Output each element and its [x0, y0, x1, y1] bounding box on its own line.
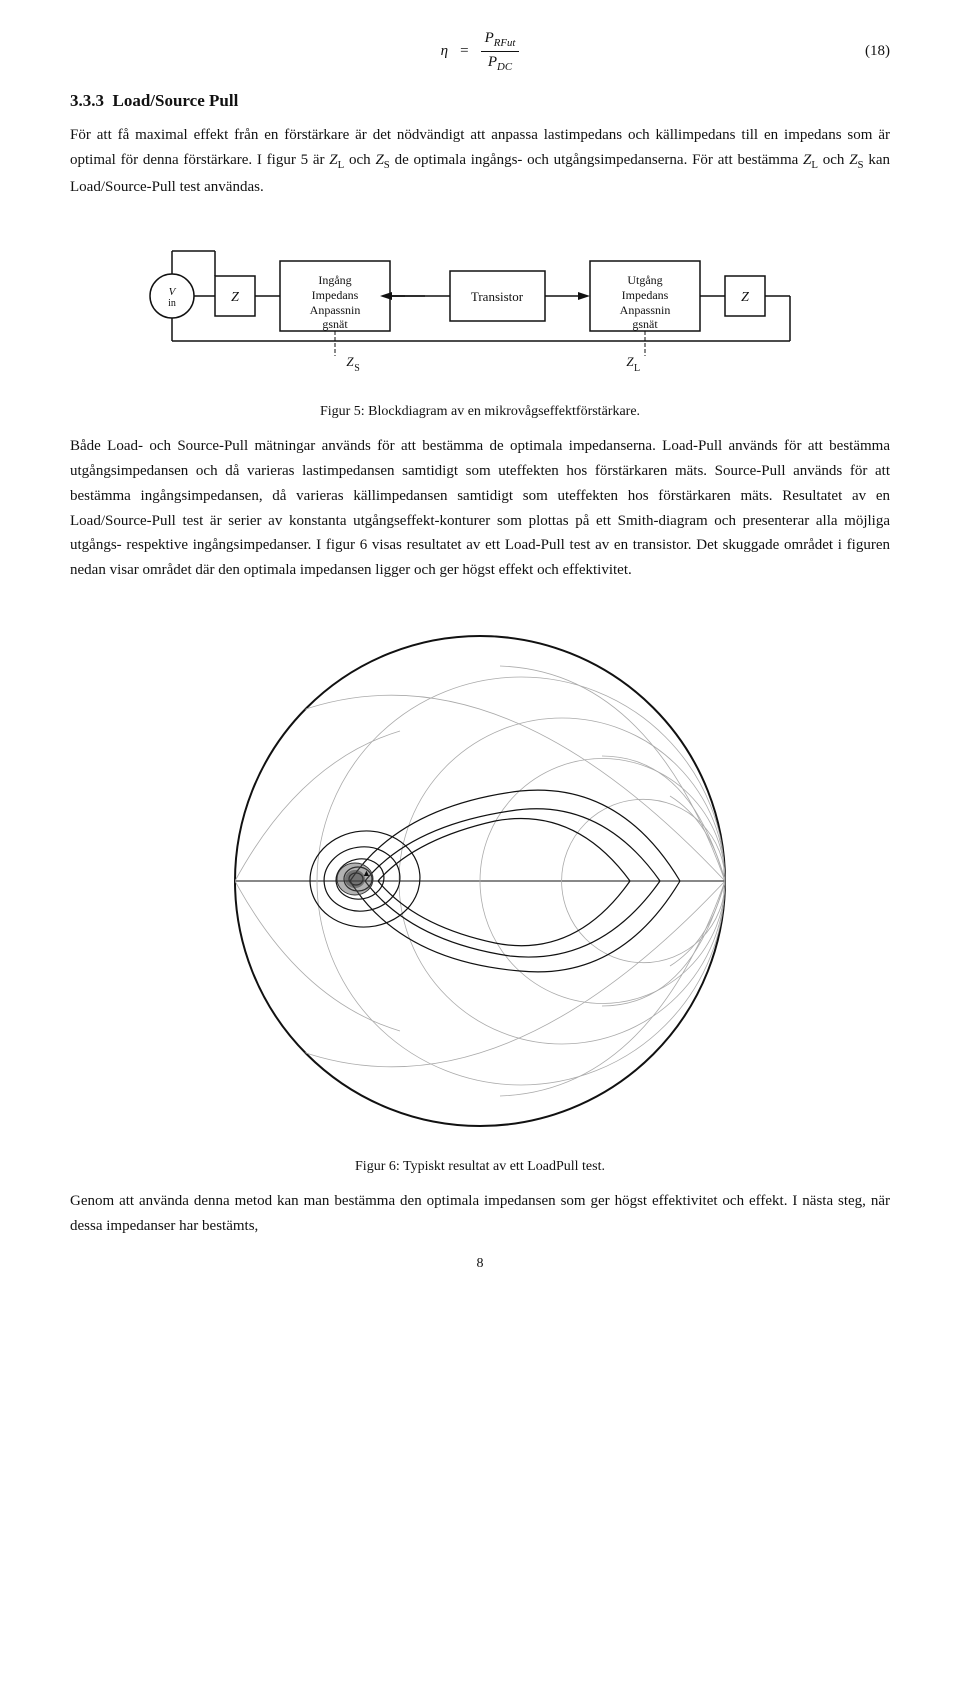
paragraph-1: För att få maximal effekt från en förstä…: [70, 123, 890, 199]
figure-6-caption: Figur 6: Typiskt resultat av ett LoadPul…: [70, 1159, 890, 1175]
svg-text:gsnät: gsnät: [632, 317, 658, 331]
svg-text:Z: Z: [346, 354, 354, 369]
formula-numerator: PRFut: [481, 30, 520, 52]
svg-text:▲: ▲: [362, 868, 371, 878]
svg-text:Z: Z: [741, 290, 749, 305]
svg-text:Utgång: Utgång: [627, 273, 662, 287]
svg-text:Impedans: Impedans: [312, 288, 359, 302]
formula-equals: =: [460, 43, 468, 60]
formula-center: η = PRFut PDC: [441, 30, 520, 73]
formula-denominator: PDC: [484, 52, 516, 73]
smith-chart-container: ▲: [70, 611, 890, 1151]
paragraph-3: Genom att använda denna metod kan man be…: [70, 1189, 890, 1239]
svg-text:V: V: [169, 286, 177, 298]
paragraph-2: Både Load- och Source-Pull mätningar anv…: [70, 434, 890, 583]
svg-text:L: L: [634, 363, 640, 374]
svg-text:Impedans: Impedans: [622, 288, 669, 302]
svg-text:gsnät: gsnät: [322, 317, 348, 331]
svg-text:Anpassnin: Anpassnin: [620, 303, 671, 317]
smith-chart-svg: ▲: [200, 611, 760, 1151]
formula-eta: η: [441, 43, 448, 60]
formula-row: η = PRFut PDC (18): [70, 30, 890, 73]
svg-text:S: S: [354, 363, 360, 374]
block-diagram-container: V in Z Ingång Impedans Anpassnin gsnät T…: [70, 221, 890, 396]
equation-number: (18): [865, 43, 890, 60]
figure-5-caption: Figur 5: Blockdiagram av en mikrovågseff…: [70, 404, 890, 420]
section-heading: 3.3.3 Load/Source Pull: [70, 91, 890, 111]
svg-text:Z: Z: [231, 290, 239, 305]
block-diagram-svg: V in Z Ingång Impedans Anpassnin gsnät T…: [130, 221, 830, 396]
svg-text:Transistor: Transistor: [471, 289, 524, 304]
page-number: 8: [70, 1256, 890, 1272]
svg-text:in: in: [168, 298, 176, 309]
formula-fraction: PRFut PDC: [481, 30, 520, 73]
svg-text:Ingång: Ingång: [318, 273, 351, 287]
svg-text:Anpassnin: Anpassnin: [310, 303, 361, 317]
